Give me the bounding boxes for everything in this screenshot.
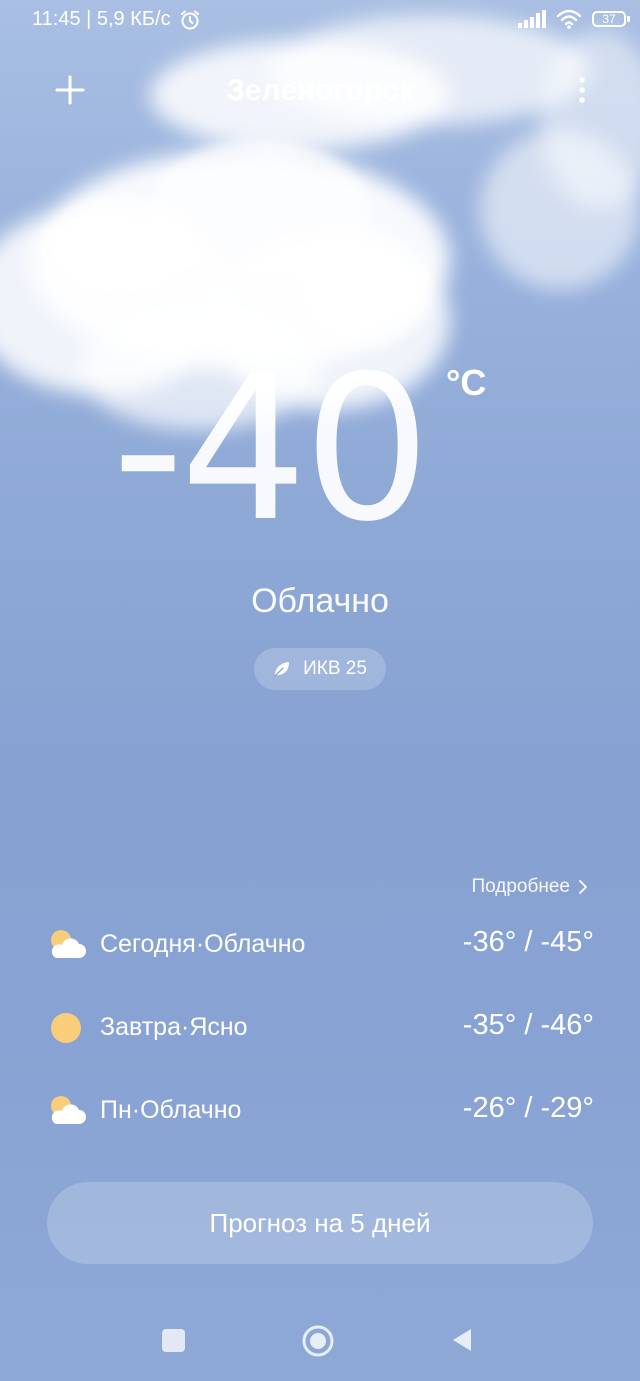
partly-cloudy-icon [51,930,86,958]
forecast-temperature: -35° / -46° [462,1009,594,1041]
back-button[interactable] [450,1327,474,1353]
more-menu-button[interactable] [570,68,594,112]
forecast-temperature: -36° / -45° [462,926,594,958]
alarm-icon [180,10,199,29]
current-temperature: -40 [112,333,431,566]
city-title: Зеленогорск [226,74,414,107]
status-left: 11:45 | 5,9 КБ/с [32,8,201,31]
current-condition: Облачно [251,582,389,620]
home-button[interactable] [301,1324,335,1358]
wifi-icon [556,9,582,29]
forecast-row[interactable]: Завтра·Ясно -35° / -46° [46,995,594,1078]
forecast-row[interactable]: Пн·Облачно -26° / -29° [46,1078,594,1161]
status-right: 37 [518,9,630,29]
more-details-link[interactable]: Подробнее [471,876,588,898]
leaf-icon [274,662,290,677]
forecast-description: Завтра·Ясно [100,1013,248,1041]
partly-cloudy-icon [51,1096,86,1124]
status-time-speed: 11:45 | 5,9 КБ/с [32,8,171,30]
current-temperature-block: -40 °C [0,340,640,560]
sun-icon [51,1013,81,1043]
forecast-temperature: -26° / -29° [462,1092,594,1124]
forecast-row[interactable]: Сегодня·Облачно -36° / -45° [46,912,594,995]
status-bar: 11:45 | 5,9 КБ/с 37 [0,0,640,40]
temperature-unit: °C [446,362,487,403]
more-details-label: Подробнее [471,876,570,897]
aqi-value: ИКВ 25 [303,658,367,679]
navigation-bar [0,1310,640,1370]
forecast-list: Сегодня·Облачно -36° / -45° Завтра·Ясно … [46,912,594,1161]
five-day-forecast-button[interactable]: Прогноз на 5 дней [47,1182,593,1264]
forecast-description: Пн·Облачно [100,1096,242,1124]
aqi-badge[interactable]: ИКВ 25 [254,648,386,690]
chevron-right-icon [579,880,587,894]
forecast-description: Сегодня·Облачно [100,930,306,958]
signal-icon [518,10,546,28]
header: Зеленогорск [0,60,640,120]
battery-indicator: 37 [592,11,630,27]
recent-apps-button[interactable] [162,1329,185,1352]
